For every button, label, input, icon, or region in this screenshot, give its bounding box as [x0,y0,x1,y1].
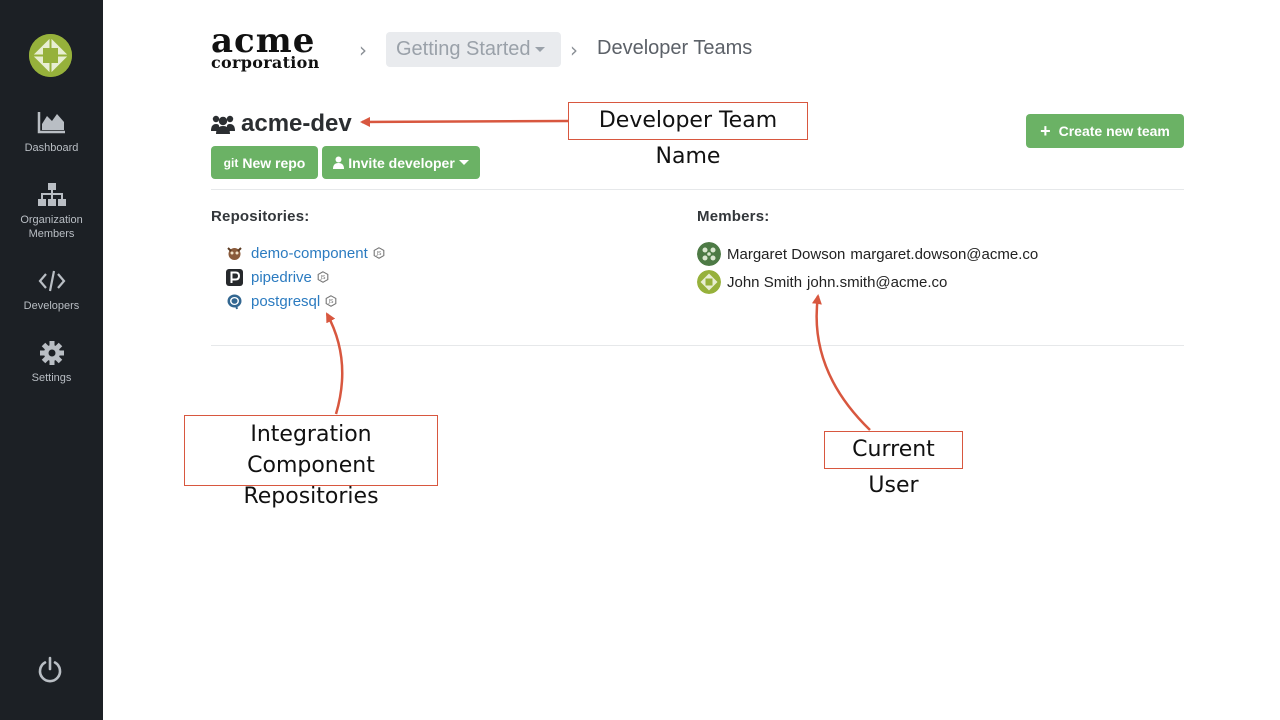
annotation-line: Integration Component [247,422,375,478]
annotation-developer-team-name: Developer Team Name [568,102,808,169]
annotation-current-user: Current User [824,431,963,498]
arrow-current-user [811,294,871,431]
app-root: Dashboard Organization Members Developer… [0,0,1280,720]
annotation-line: Repositories [243,484,379,509]
arrow-team-name [360,116,569,127]
annotation-integration-repositories: Integration Component Repositories [184,415,438,509]
arrow-repositories [325,312,344,415]
